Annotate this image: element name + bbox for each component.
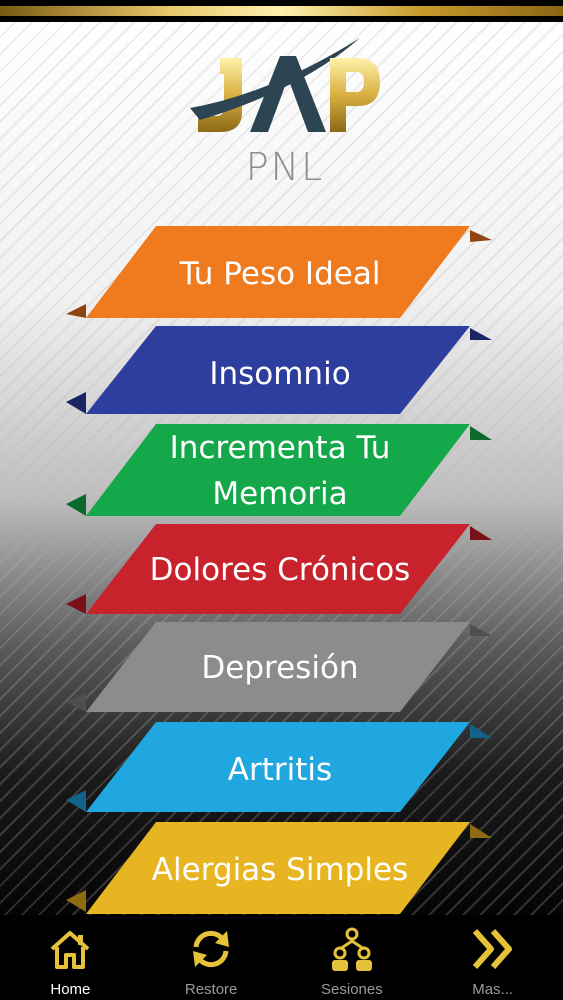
bottom-tab-bar: Home Restore Sesiones Mas... [0,915,563,1000]
tab-sesiones-label: Sesiones [321,981,383,998]
top-gold-bar [0,0,563,22]
refresh-icon [193,930,230,968]
tab-home[interactable]: Home [0,915,141,1000]
tab-restore-label: Restore [184,981,238,998]
menu-item-label: Tu Peso Ideal [179,256,381,292]
menu-item-label-line2: Memoria [212,476,348,512]
menu-item-label: Insomnio [209,356,351,392]
menu-item-label: Dolores Crónicos [149,552,411,588]
logo-subtitle: PNL [245,145,325,189]
tab-restore[interactable]: Restore [141,915,282,1000]
menu-item-label: Depresión [201,650,359,686]
tab-mas[interactable]: Mas... [422,915,563,1000]
menu-item-dolores-cronicos[interactable]: Dolores Crónicos [60,524,500,624]
menu-item-tu-peso-ideal[interactable]: Tu Peso Ideal [60,226,500,326]
double-chevron-right-icon [472,929,512,969]
menu-item-artritis[interactable]: Artritis [60,722,500,822]
jap-logo-icon [190,38,380,132]
menu-item-insomnio[interactable]: Insomnio [60,326,500,426]
menu-item-label: Alergias Simples [151,852,409,888]
menu-item-alergias-simples[interactable]: Alergias Simples [60,822,500,922]
app-logo: PNL [180,30,390,190]
tab-sesiones[interactable]: Sesiones [282,915,423,1000]
menu-item-label: Artritis [227,752,333,788]
tab-mas-label: Mas... [472,981,514,998]
menu-item-label-line1: Incrementa Tu [169,430,391,466]
group-icon [331,927,372,971]
menu-item-incrementa-tu-memoria[interactable]: Incrementa Tu Memoria [60,424,500,524]
tab-home-label: Home [50,981,91,998]
home-icon [51,931,90,969]
menu-item-depresion[interactable]: Depresión [60,622,500,722]
